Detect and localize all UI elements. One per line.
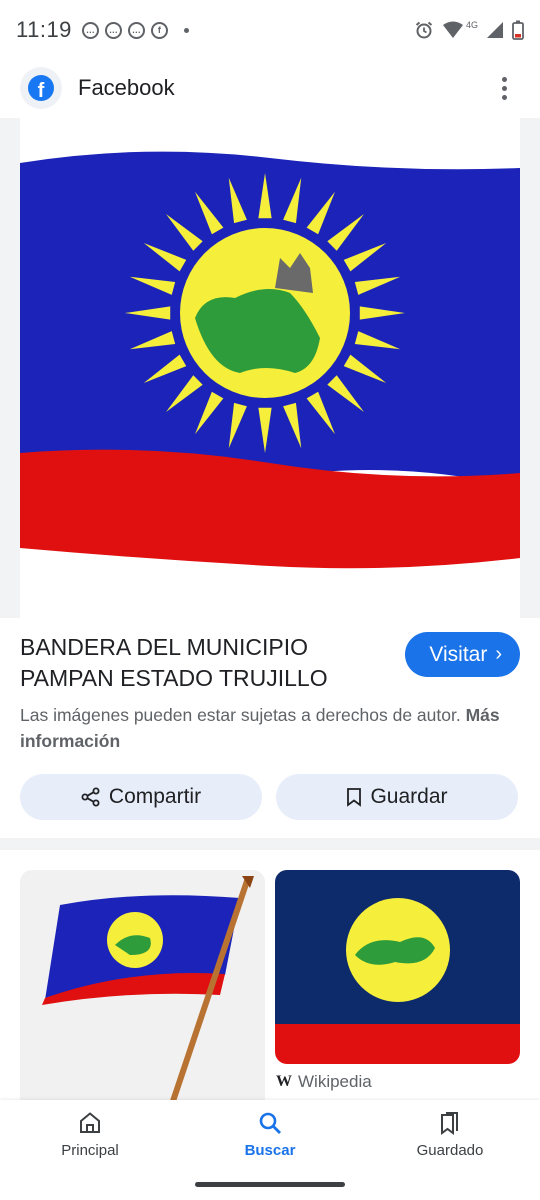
visit-button[interactable]: Visitar › [405,632,520,677]
section-divider [0,838,540,850]
bookmark-icon [347,788,362,807]
main-image[interactable] [0,118,540,618]
nav-principal[interactable]: Principal [20,1110,160,1159]
wifi-icon [442,21,463,38]
result-title[interactable]: BANDERA DEL MUNICIPIO PAMPAN ESTADO TRUJ… [20,632,370,694]
share-button[interactable]: Compartir [20,774,262,820]
saved-icon [441,1112,458,1135]
share-icon [81,787,100,807]
waving-flag-image [42,876,254,1110]
visit-label: Visitar [429,642,488,666]
signal-icon [487,22,503,38]
related-source[interactable]: W Wikipedia [276,1072,372,1092]
more-vert-icon [501,76,507,82]
save-button[interactable]: Guardar [276,774,518,820]
home-icon [80,1112,100,1133]
related-image-2[interactable] [275,870,520,1064]
copyright-notice: Las imágenes pueden estar sujetas a dere… [20,705,500,751]
nav-buscar[interactable]: Buscar [200,1110,340,1159]
chevron-right-icon: › [495,643,502,665]
facebook-icon[interactable]: f [20,67,62,109]
result-info: BANDERA DEL MUNICIPIO PAMPAN ESTADO TRUJ… [20,632,520,754]
related-source-name: Wikipedia [298,1072,372,1091]
status-bar: 11:19 … … … f 4G [0,0,540,60]
notification-icons: … … … f [81,21,189,39]
chat-icon: … [127,21,145,39]
flat-flag-image [275,870,520,1064]
more-options-button[interactable] [488,68,520,108]
home-indicator[interactable] [195,1182,345,1187]
sun-emblem [125,173,405,453]
alarm-icon [415,21,433,39]
network-type: 4G [465,20,478,30]
nav-guardado[interactable]: Guardado [380,1110,520,1159]
system-icons: 4G [414,20,524,40]
chat-icon: … [104,21,122,39]
status-time: 11:19 [16,17,72,42]
facebook-icon: f [150,21,168,39]
flag-image [20,118,520,618]
action-buttons: Compartir Guardar [20,774,518,820]
more-notifications-dot [183,27,189,33]
share-label: Compartir [108,785,202,808]
battery-icon [512,20,524,40]
save-label: Guardar [370,785,448,808]
site-name[interactable]: Facebook [78,75,175,101]
search-icon [259,1112,281,1134]
chat-icon: … [81,21,99,39]
related-image-1[interactable] [20,870,265,1110]
source-header: f Facebook [0,60,540,116]
wikipedia-icon: W [276,1073,292,1090]
